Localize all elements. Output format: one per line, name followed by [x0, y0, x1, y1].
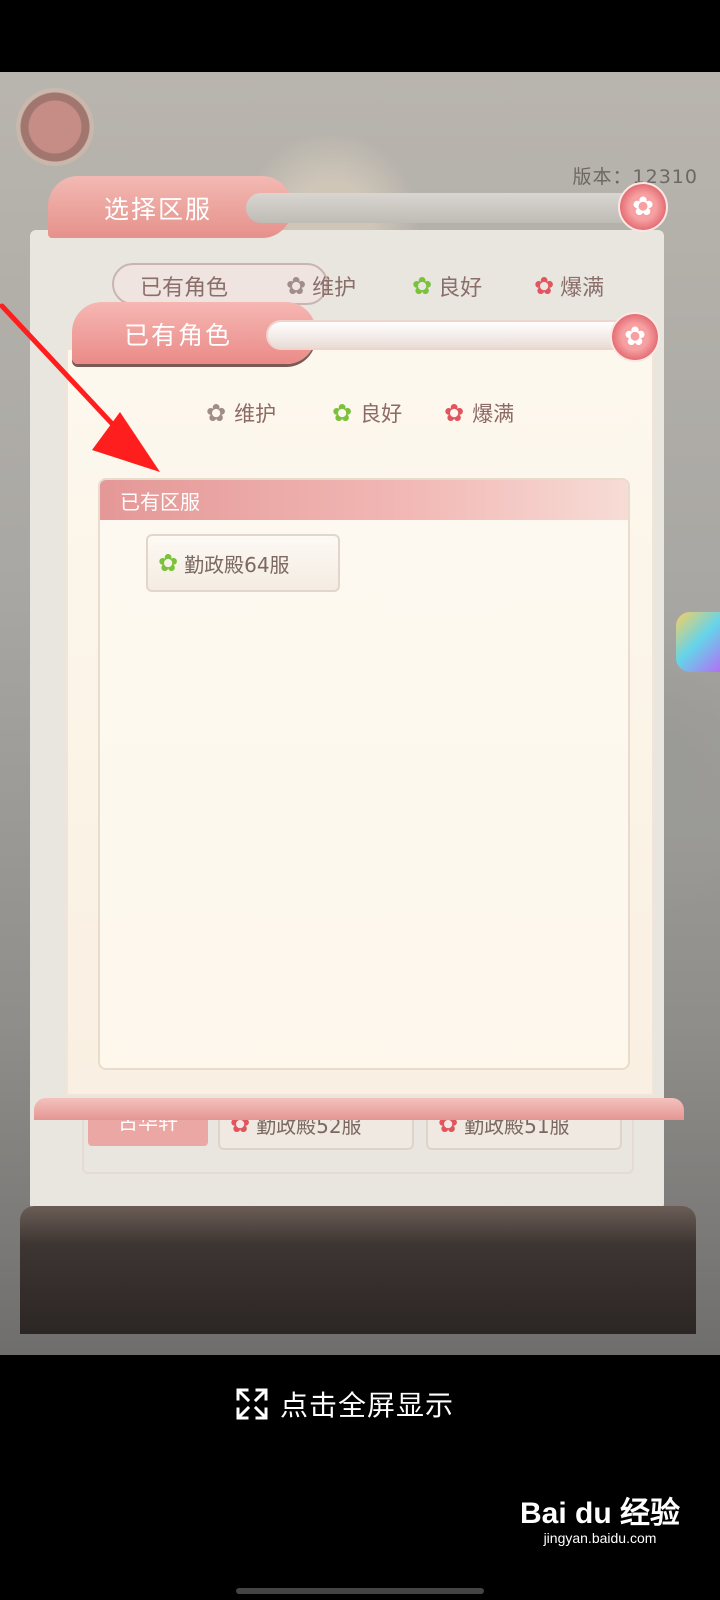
flower-gray-icon: ✿: [286, 272, 307, 300]
legend-good-label: 良好: [360, 402, 403, 426]
legend-maintenance-label: 维护: [234, 402, 277, 426]
legend-maintenance: ✿ 维护: [206, 398, 276, 428]
fullscreen-label: 点击全屏显示: [280, 1389, 455, 1422]
owned-servers-section: 已有区服 ✿ 勤政殿64服: [98, 478, 630, 1070]
filter-full-label: 爆满: [560, 276, 605, 301]
baidu-watermark: Bai du 经验 jingyan.baidu.com: [520, 1488, 680, 1546]
flower-green-icon: ✿: [412, 272, 433, 300]
fullscreen-icon: [236, 1388, 268, 1420]
owned-server-label: 勤政殿64服: [184, 552, 290, 577]
annotation-arrow-icon: [0, 303, 160, 472]
dialog-bottom-rail: [34, 1098, 684, 1120]
home-indicator[interactable]: [236, 1588, 484, 1594]
owned-role-close-button[interactable]: ✿: [610, 312, 660, 362]
legend-good: ✿ 良好: [332, 398, 402, 428]
watermark-main: Bai du 经验: [519, 1497, 680, 1530]
flower-red-icon: ✿: [444, 399, 465, 427]
legend-full-label: 爆满: [472, 402, 515, 426]
choose-server-header-bar: [246, 193, 636, 223]
flower-red-icon: ✿: [534, 272, 555, 300]
flower-green-icon: ✿: [158, 549, 179, 577]
filter-maintenance-label: 维护: [312, 276, 357, 301]
choose-server-close-button[interactable]: ✿: [618, 182, 668, 232]
filter-good-label: 良好: [438, 276, 483, 301]
filter-maintenance: ✿ 维护: [286, 270, 356, 302]
bottom-console: [20, 1206, 696, 1334]
choose-server-title: 选择区服: [104, 195, 213, 224]
owned-role-header-bar: [266, 320, 650, 350]
watermark-sub: jingyan.baidu.com: [543, 1530, 657, 1546]
owned-servers-title: 已有区服: [120, 490, 200, 514]
corner-emblem-icon[interactable]: [16, 88, 94, 166]
filter-good: ✿ 良好: [412, 270, 482, 302]
flower-gray-icon: ✿: [206, 399, 227, 427]
fullscreen-button[interactable]: 点击全屏显示: [236, 1384, 454, 1424]
owned-server-card[interactable]: ✿ 勤政殿64服: [146, 534, 340, 592]
filter-full: ✿ 爆满: [534, 270, 604, 302]
legend-full: ✿ 爆满: [444, 398, 514, 428]
filter-owned-role[interactable]: 已有角色: [140, 270, 228, 302]
filter-owned-role-label: 已有角色: [140, 276, 229, 301]
side-event-badge-icon[interactable]: [676, 612, 720, 672]
flower-green-icon: ✿: [332, 399, 353, 427]
owned-servers-header: 已有区服: [100, 480, 628, 520]
status-legend: ✿ 维护 ✿ 良好 ✿ 爆满: [206, 398, 566, 434]
